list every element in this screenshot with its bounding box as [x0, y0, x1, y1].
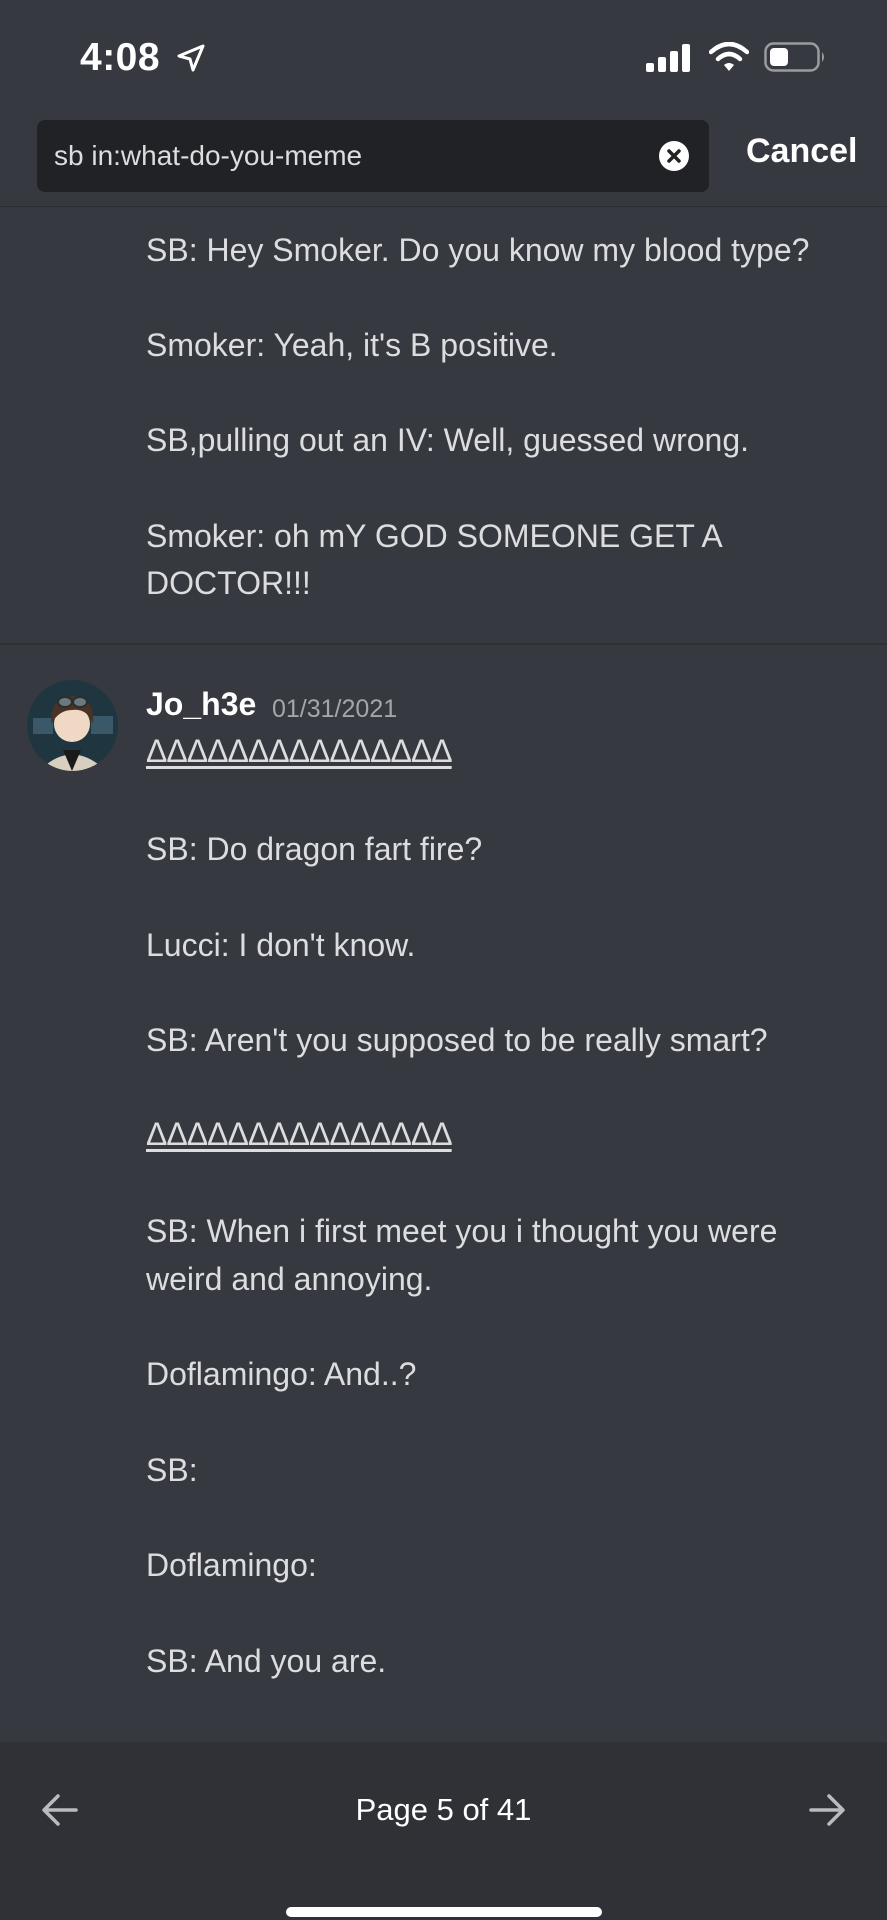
message-line: SB:: [146, 1452, 198, 1488]
message-line: weird and annoying.: [146, 1261, 433, 1297]
message-line: SB,pulling out an IV: Well, guessed wron…: [146, 422, 750, 458]
separator-line: ΔΔΔΔΔΔΔΔΔΔΔΔΔΔΔ: [146, 1116, 453, 1152]
search-header: Cancel: [0, 112, 887, 207]
search-box: [37, 120, 709, 192]
message-line: SB: Do dragon fart fire?: [146, 831, 483, 867]
arrow-right-icon[interactable]: [807, 1790, 847, 1830]
clear-search-icon[interactable]: [659, 141, 689, 171]
message-line: Smoker: oh mY GOD SOMEONE GET A: [146, 518, 723, 554]
status-time: 4:08: [80, 36, 161, 79]
message-timestamp: 01/31/2021: [272, 695, 398, 723]
message-line: SB: When i first meet you i thought you …: [146, 1213, 778, 1249]
message-line: Smoker: Yeah, it's B positive.: [146, 327, 558, 363]
message-line: Lucci: I don't know.: [146, 927, 416, 963]
message-author[interactable]: Jo_h3e: [146, 686, 256, 723]
search-input[interactable]: [54, 120, 654, 192]
message-line: SB: And you are.: [146, 1643, 387, 1679]
separator-line: ΔΔΔΔΔΔΔΔΔΔΔΔΔΔΔ: [146, 733, 453, 769]
message-line: Doflamingo:: [146, 1547, 317, 1583]
message-divider: [0, 643, 887, 645]
pagination-bar: Page 5 of 41: [0, 1742, 887, 1920]
message-line: SB: Hey Smoker. Do you know my blood typ…: [146, 232, 810, 268]
location-arrow-icon: [177, 44, 205, 72]
battery-icon: [764, 42, 824, 72]
home-indicator[interactable]: [286, 1907, 602, 1917]
page-indicator: Page 5 of 41: [355, 1792, 532, 1827]
message-line: Doflamingo: And..?: [146, 1356, 417, 1392]
status-bar: 4:08: [0, 0, 887, 112]
message-line: SB: Aren't you supposed to be really sma…: [146, 1022, 768, 1058]
cancel-button[interactable]: Cancel: [746, 132, 858, 171]
message-line: DOCTOR!!!: [146, 565, 311, 601]
wifi-icon: [709, 42, 749, 71]
cellular-signal-icon: [646, 44, 690, 72]
avatar[interactable]: [27, 680, 118, 771]
